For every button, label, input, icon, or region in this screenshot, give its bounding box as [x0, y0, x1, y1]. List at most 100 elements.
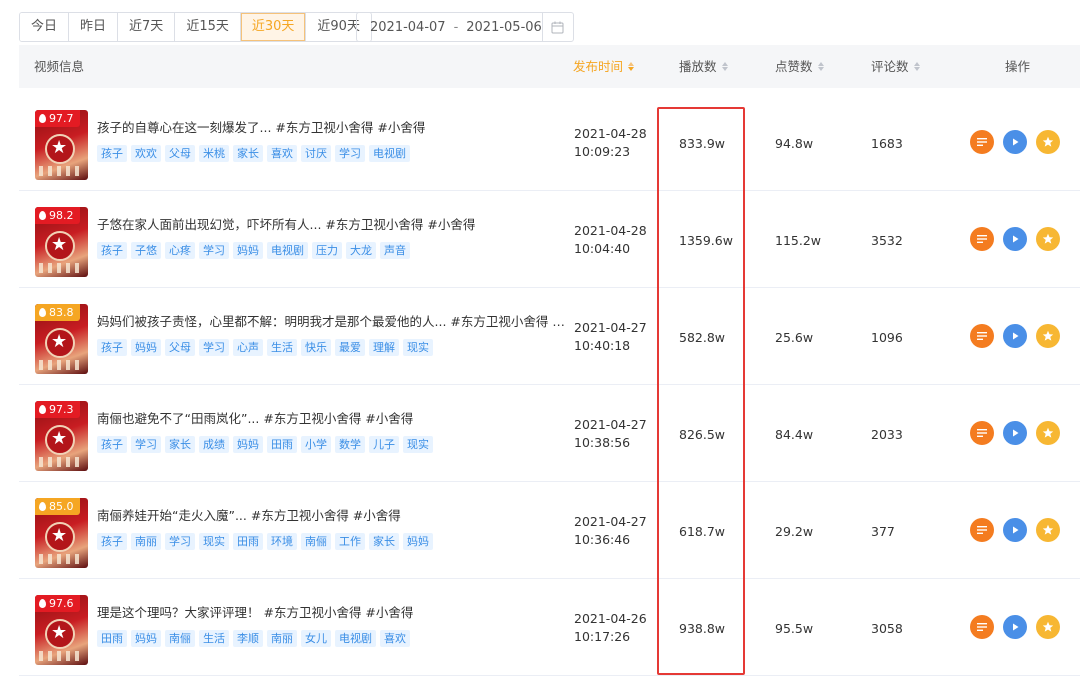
tag[interactable]: 南丽 — [131, 533, 161, 550]
tag[interactable]: 工作 — [335, 533, 365, 550]
tag[interactable]: 小学 — [301, 436, 331, 453]
video-title[interactable]: 妈妈们被孩子责怪，心里都不解：明明我才是那个最爱他的人... #东方卫视小舍得 … — [97, 311, 567, 330]
table-row[interactable]: 97.7 孩子的自尊心在这一刻爆发了... #东方卫视小舍得 #小舍得 孩子欢欢… — [19, 94, 1080, 191]
sort-icon[interactable] — [817, 62, 824, 71]
list-icon[interactable] — [970, 227, 994, 251]
video-thumbnail[interactable]: 85.0 — [35, 498, 88, 568]
tag[interactable]: 李顺 — [233, 630, 263, 647]
list-icon[interactable] — [970, 324, 994, 348]
tag[interactable]: 妈妈 — [403, 533, 433, 550]
tag[interactable]: 欢欢 — [131, 145, 161, 162]
tag[interactable]: 孩子 — [97, 145, 127, 162]
tag[interactable]: 学习 — [335, 145, 365, 162]
table-row[interactable]: 97.3 南俪也避免不了“田雨岚化”... #东方卫视小舍得 #小舍得 孩子学习… — [19, 385, 1080, 482]
video-thumbnail[interactable]: 97.7 — [35, 110, 88, 180]
tag[interactable]: 子悠 — [131, 242, 161, 259]
sort-icon[interactable] — [913, 62, 920, 71]
list-icon[interactable] — [970, 615, 994, 639]
tag[interactable]: 讨厌 — [301, 145, 331, 162]
tag[interactable]: 田雨 — [233, 533, 263, 550]
tag[interactable]: 孩子 — [97, 533, 127, 550]
tab-range-1[interactable]: 昨日 — [69, 13, 119, 41]
video-title[interactable]: 孩子的自尊心在这一刻爆发了... #东方卫视小舍得 #小舍得 — [97, 117, 567, 136]
tag[interactable]: 妈妈 — [233, 436, 263, 453]
tag[interactable]: 父母 — [165, 145, 195, 162]
play-icon[interactable] — [1003, 130, 1027, 154]
tag[interactable]: 妈妈 — [131, 630, 161, 647]
tag[interactable]: 南丽 — [267, 630, 297, 647]
tag[interactable]: 学习 — [199, 339, 229, 356]
tab-range-2[interactable]: 近7天 — [118, 13, 176, 41]
tag[interactable]: 家长 — [369, 533, 399, 550]
video-thumbnail[interactable]: 97.3 — [35, 401, 88, 471]
video-title[interactable]: 南俪也避免不了“田雨岚化”... #东方卫视小舍得 #小舍得 — [97, 408, 567, 427]
star-icon[interactable] — [1036, 421, 1060, 445]
tag[interactable]: 喜欢 — [267, 145, 297, 162]
table-row[interactable]: 83.8 妈妈们被孩子责怪，心里都不解：明明我才是那个最爱他的人... #东方卫… — [19, 288, 1080, 385]
tag[interactable]: 现实 — [403, 436, 433, 453]
tag[interactable]: 快乐 — [301, 339, 331, 356]
star-icon[interactable] — [1036, 518, 1060, 542]
star-icon[interactable] — [1036, 130, 1060, 154]
tag[interactable]: 田雨 — [267, 436, 297, 453]
video-title[interactable]: 子悠在家人面前出现幻觉，吓坏所有人... #东方卫视小舍得 #小舍得 — [97, 214, 567, 233]
play-icon[interactable] — [1003, 324, 1027, 348]
tag[interactable]: 妈妈 — [233, 242, 263, 259]
tag[interactable]: 心疼 — [165, 242, 195, 259]
star-icon[interactable] — [1036, 227, 1060, 251]
tag[interactable]: 孩子 — [97, 242, 127, 259]
tag[interactable]: 妈妈 — [131, 339, 161, 356]
calendar-icon[interactable] — [541, 13, 573, 41]
tag[interactable]: 孩子 — [97, 339, 127, 356]
sort-icon[interactable] — [628, 62, 635, 71]
tag[interactable]: 环境 — [267, 533, 297, 550]
video-title[interactable]: 南俪养娃开始“走火入魔”... #东方卫视小舍得 #小舍得 — [97, 505, 567, 524]
tab-range-0[interactable]: 今日 — [20, 13, 70, 41]
tag[interactable]: 电视剧 — [369, 145, 410, 162]
play-icon[interactable] — [1003, 518, 1027, 542]
column-plays[interactable]: 播放数 — [679, 45, 728, 88]
list-icon[interactable] — [970, 130, 994, 154]
star-icon[interactable] — [1036, 615, 1060, 639]
video-thumbnail[interactable]: 83.8 — [35, 304, 88, 374]
tag[interactable]: 南俪 — [301, 533, 331, 550]
tag[interactable]: 心声 — [233, 339, 263, 356]
tag[interactable]: 学习 — [131, 436, 161, 453]
tag[interactable]: 大龙 — [346, 242, 376, 259]
date-range-picker[interactable]: 2021-04-07 - 2021-05-06 — [356, 12, 574, 42]
column-comments[interactable]: 评论数 — [871, 45, 920, 88]
tag[interactable]: 生活 — [267, 339, 297, 356]
list-icon[interactable] — [970, 421, 994, 445]
tag[interactable]: 喜欢 — [380, 630, 410, 647]
video-thumbnail[interactable]: 97.6 — [35, 595, 88, 665]
tag[interactable]: 学习 — [199, 242, 229, 259]
tag[interactable]: 声音 — [380, 242, 410, 259]
tab-range-4[interactable]: 近30天 — [240, 13, 307, 41]
tag[interactable]: 家长 — [233, 145, 263, 162]
tag[interactable]: 米桃 — [199, 145, 229, 162]
star-icon[interactable] — [1036, 324, 1060, 348]
tag[interactable]: 家长 — [165, 436, 195, 453]
video-title[interactable]: 理是这个理吗？大家评评理！ #东方卫视小舍得 #小舍得 — [97, 602, 567, 621]
table-row[interactable]: 97.6 理是这个理吗？大家评评理！ #东方卫视小舍得 #小舍得 田雨妈妈南俪生… — [19, 579, 1080, 676]
tag[interactable]: 生活 — [199, 630, 229, 647]
tag[interactable]: 成绩 — [199, 436, 229, 453]
table-row[interactable]: 85.0 南俪养娃开始“走火入魔”... #东方卫视小舍得 #小舍得 孩子南丽学… — [19, 482, 1080, 579]
tab-range-3[interactable]: 近15天 — [175, 13, 241, 41]
column-publish-time[interactable]: 发布时间 — [573, 45, 635, 88]
tag[interactable]: 压力 — [312, 242, 342, 259]
tag[interactable]: 现实 — [403, 339, 433, 356]
play-icon[interactable] — [1003, 615, 1027, 639]
tag[interactable]: 数学 — [335, 436, 365, 453]
sort-icon[interactable] — [721, 62, 728, 71]
tag[interactable]: 电视剧 — [335, 630, 376, 647]
tag[interactable]: 学习 — [165, 533, 195, 550]
play-icon[interactable] — [1003, 227, 1027, 251]
play-icon[interactable] — [1003, 421, 1027, 445]
tag[interactable]: 理解 — [369, 339, 399, 356]
table-row[interactable]: 98.2 子悠在家人面前出现幻觉，吓坏所有人... #东方卫视小舍得 #小舍得 … — [19, 191, 1080, 288]
tag[interactable]: 父母 — [165, 339, 195, 356]
video-thumbnail[interactable]: 98.2 — [35, 207, 88, 277]
list-icon[interactable] — [970, 518, 994, 542]
tag[interactable]: 现实 — [199, 533, 229, 550]
